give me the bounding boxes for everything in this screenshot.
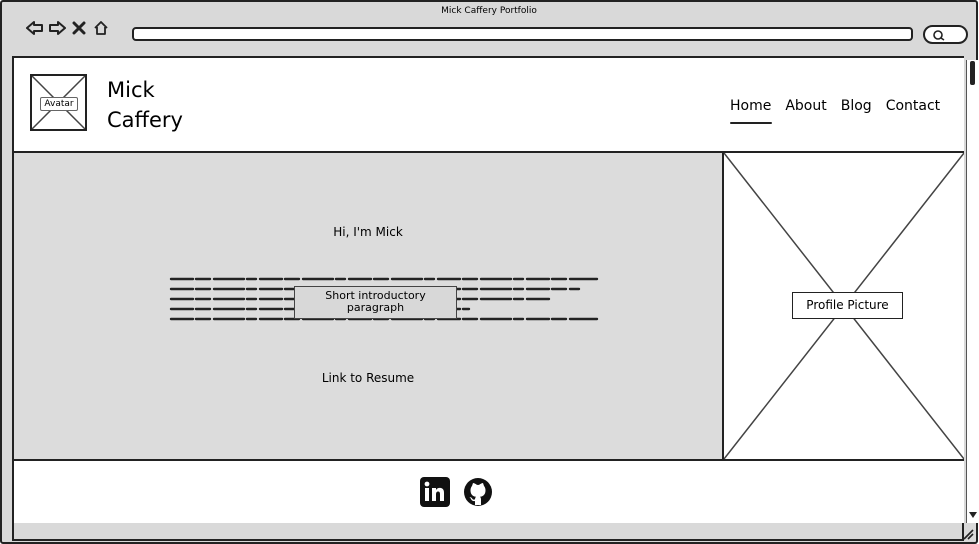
back-arrow-icon[interactable] xyxy=(26,19,44,37)
nav-home[interactable]: Home xyxy=(730,98,772,124)
nav-contact[interactable]: Contact xyxy=(886,98,940,114)
url-bar[interactable] xyxy=(132,27,913,41)
avatar: Avatar xyxy=(30,74,87,131)
hero-greeting: Hi, I'm Mick xyxy=(333,225,403,239)
page-viewport: Avatar Mick Caffery Home About Blog Cont… xyxy=(12,56,978,523)
intro-line-2: paragraph xyxy=(346,301,405,314)
browser-nav xyxy=(26,19,110,37)
site-footer xyxy=(14,459,964,523)
vertical-scrollbar[interactable] xyxy=(966,60,978,523)
linkedin-icon[interactable] xyxy=(420,477,450,507)
site-header: Avatar Mick Caffery Home About Blog Cont… xyxy=(14,58,964,153)
active-underline xyxy=(730,122,772,124)
scroll-down-arrow-icon[interactable] xyxy=(969,511,977,519)
site-name-last: Caffery xyxy=(107,108,183,132)
nav-home-label: Home xyxy=(730,98,772,114)
home-icon[interactable] xyxy=(92,19,110,37)
hero-section: Hi, I'm Mick Short introductory paragrap… xyxy=(14,153,724,459)
nav-about[interactable]: About xyxy=(785,98,826,114)
nav-blog[interactable]: Blog xyxy=(841,98,872,114)
search-box[interactable] xyxy=(923,25,968,44)
forward-arrow-icon[interactable] xyxy=(48,19,66,37)
avatar-label: Avatar xyxy=(40,97,78,111)
resize-handle-icon[interactable] xyxy=(962,528,974,540)
scroll-thumb[interactable] xyxy=(970,61,975,85)
site-name-first: Mick xyxy=(107,78,155,102)
status-bar xyxy=(12,523,964,541)
social-links xyxy=(420,477,493,507)
profile-picture: Profile Picture xyxy=(724,153,964,459)
resume-link[interactable]: Link to Resume xyxy=(14,371,722,385)
window-title: Mick Caffery Portfolio xyxy=(441,6,537,16)
close-icon[interactable] xyxy=(70,19,88,37)
intro-paragraph: Short introductory paragraph xyxy=(294,286,457,319)
main-nav: Home About Blog Contact xyxy=(730,98,940,124)
search-icon xyxy=(933,30,945,41)
profile-picture-label: Profile Picture xyxy=(792,292,903,319)
github-icon[interactable] xyxy=(463,477,493,507)
